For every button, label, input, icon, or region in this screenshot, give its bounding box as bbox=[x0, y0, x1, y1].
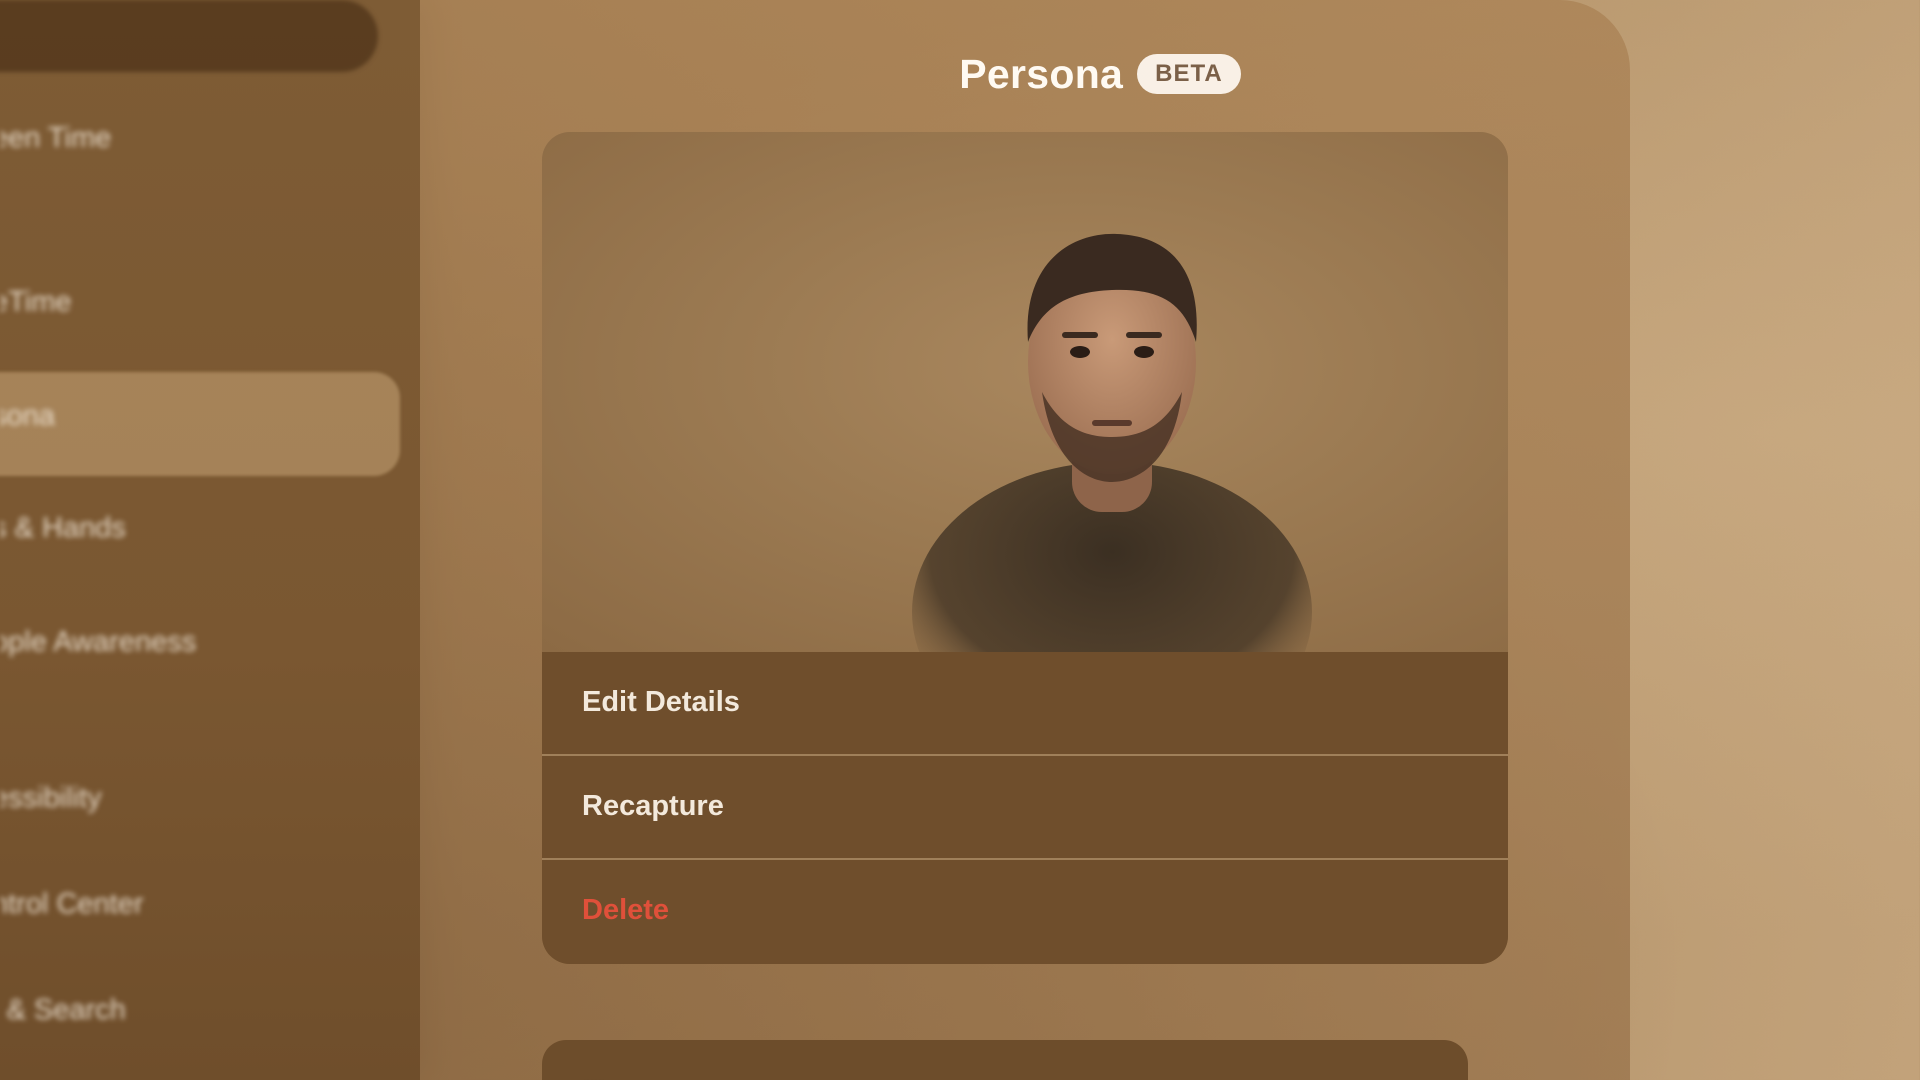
avatar-icon bbox=[912, 233, 1312, 662]
sidebar-item-eyes-hands[interactable]: s & Hands bbox=[0, 498, 400, 558]
sidebar-item-people-awareness[interactable]: ople Awareness bbox=[0, 612, 400, 672]
sidebar-item-persona[interactable]: sona bbox=[0, 386, 400, 446]
sidebar-item-screen-time[interactable]: een Time bbox=[0, 108, 400, 168]
sidebar: een Time eTime sona s & Hands ople Aware… bbox=[0, 0, 420, 1080]
sidebar-item-label: een Time bbox=[0, 121, 112, 154]
persona-action-list: Edit Details Recapture Delete bbox=[542, 652, 1508, 964]
secondary-settings-label: ... bbox=[582, 1064, 607, 1080]
persona-preview bbox=[542, 132, 1508, 662]
settings-detail-panel: Persona BETA Edit Details Recapture Dele… bbox=[420, 0, 1630, 1080]
page-title: Persona bbox=[959, 50, 1124, 97]
sidebar-item-label: sona bbox=[0, 399, 55, 432]
edit-details-button[interactable]: Edit Details bbox=[542, 652, 1508, 752]
sidebar-item-accessibility[interactable]: essibility bbox=[0, 768, 400, 828]
sidebar-item-label: i & Search bbox=[0, 993, 126, 1026]
persona-card: Edit Details Recapture Delete bbox=[542, 132, 1508, 964]
sidebar-item-label: essibility bbox=[0, 781, 102, 814]
delete-button[interactable]: Delete bbox=[542, 860, 1508, 960]
recapture-button[interactable]: Recapture bbox=[542, 756, 1508, 856]
sidebar-item-label: ople Awareness bbox=[0, 625, 197, 658]
secondary-settings-card[interactable]: ... bbox=[542, 1040, 1468, 1080]
header: Persona BETA bbox=[420, 42, 1630, 106]
sidebar-search-field[interactable] bbox=[0, 0, 378, 72]
sidebar-item-label: ntrol Center bbox=[0, 887, 144, 920]
sidebar-item-facetime[interactable]: eTime bbox=[0, 272, 400, 332]
beta-badge: BETA bbox=[1137, 54, 1241, 94]
sidebar-item-control-center[interactable]: ntrol Center bbox=[0, 874, 400, 934]
sidebar-item-label: s & Hands bbox=[0, 511, 126, 544]
sidebar-item-siri-search[interactable]: i & Search bbox=[0, 980, 400, 1040]
sidebar-item-label: eTime bbox=[0, 285, 72, 318]
